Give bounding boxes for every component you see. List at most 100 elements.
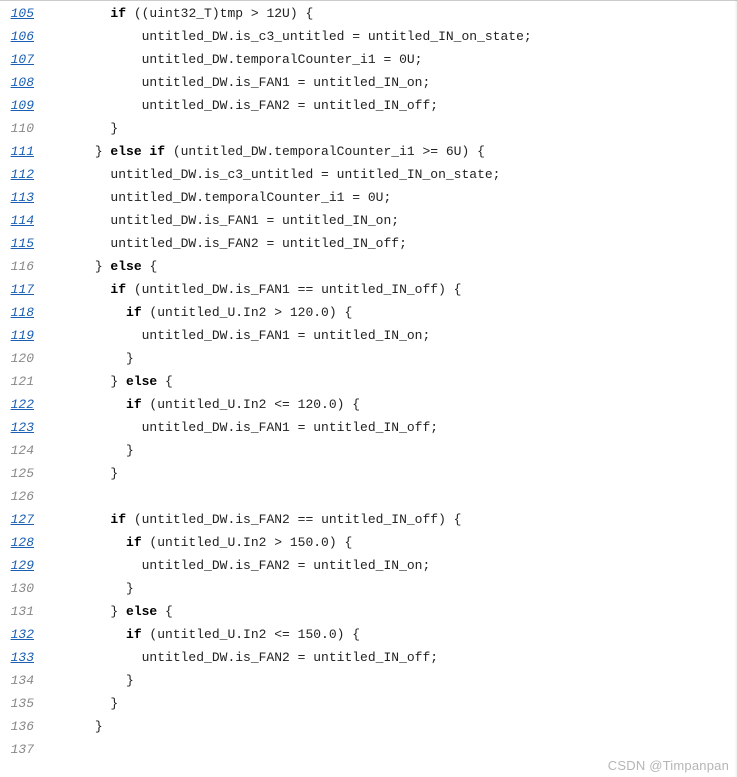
line-number[interactable]: 123 [0, 416, 48, 439]
code-line[interactable]: 121 } else { [0, 370, 737, 393]
code-content[interactable]: untitled_DW.is_FAN2 = untitled_IN_on; [48, 554, 430, 577]
top-divider [0, 0, 737, 1]
line-number: 137 [0, 738, 48, 761]
code-line[interactable]: 115 untitled_DW.is_FAN2 = untitled_IN_of… [0, 232, 737, 255]
code-line[interactable]: 106 untitled_DW.is_c3_untitled = untitle… [0, 25, 737, 48]
code-editor[interactable]: 105 if ((uint32_T)tmp > 12U) {106 untitl… [0, 0, 737, 761]
code-line[interactable]: 108 untitled_DW.is_FAN1 = untitled_IN_on… [0, 71, 737, 94]
code-content[interactable]: untitled_DW.is_FAN2 = untitled_IN_off; [48, 232, 407, 255]
line-number: 130 [0, 577, 48, 600]
code-content[interactable]: } [48, 117, 118, 140]
code-content[interactable]: if (untitled_DW.is_FAN2 == untitled_IN_o… [48, 508, 462, 531]
code-line[interactable]: 136 } [0, 715, 737, 738]
code-content[interactable]: if (untitled_DW.is_FAN1 == untitled_IN_o… [48, 278, 462, 301]
keyword: if [126, 397, 142, 412]
code-content[interactable]: untitled_DW.is_c3_untitled = untitled_IN… [48, 25, 532, 48]
line-number[interactable]: 129 [0, 554, 48, 577]
code-line[interactable]: 107 untitled_DW.temporalCounter_i1 = 0U; [0, 48, 737, 71]
line-number[interactable]: 106 [0, 25, 48, 48]
line-number[interactable]: 122 [0, 393, 48, 416]
code-line[interactable]: 135 } [0, 692, 737, 715]
code-content[interactable]: } [48, 715, 103, 738]
keyword: if [110, 6, 126, 21]
line-number[interactable]: 114 [0, 209, 48, 232]
code-line[interactable]: 117 if (untitled_DW.is_FAN1 == untitled_… [0, 278, 737, 301]
code-content[interactable]: } [48, 462, 118, 485]
code-line[interactable]: 111 } else if (untitled_DW.temporalCount… [0, 140, 737, 163]
line-number[interactable]: 127 [0, 508, 48, 531]
code-content[interactable]: untitled_DW.is_FAN2 = untitled_IN_off; [48, 646, 438, 669]
code-line[interactable]: 112 untitled_DW.is_c3_untitled = untitle… [0, 163, 737, 186]
code-content[interactable]: } [48, 577, 134, 600]
line-number[interactable]: 115 [0, 232, 48, 255]
code-line[interactable]: 134 } [0, 669, 737, 692]
line-number[interactable]: 117 [0, 278, 48, 301]
line-number[interactable]: 133 [0, 646, 48, 669]
code-content[interactable]: untitled_DW.temporalCounter_i1 = 0U; [48, 186, 391, 209]
code-line[interactable]: 124 } [0, 439, 737, 462]
code-content[interactable]: } else { [48, 370, 173, 393]
line-number: 124 [0, 439, 48, 462]
code-line[interactable]: 120 } [0, 347, 737, 370]
line-number[interactable]: 118 [0, 301, 48, 324]
code-line[interactable]: 119 untitled_DW.is_FAN1 = untitled_IN_on… [0, 324, 737, 347]
line-number[interactable]: 105 [0, 2, 48, 25]
line-number[interactable]: 107 [0, 48, 48, 71]
code-line[interactable]: 131 } else { [0, 600, 737, 623]
code-line[interactable]: 125 } [0, 462, 737, 485]
line-number: 116 [0, 255, 48, 278]
code-line[interactable]: 130 } [0, 577, 737, 600]
line-number[interactable]: 109 [0, 94, 48, 117]
code-line[interactable]: 114 untitled_DW.is_FAN1 = untitled_IN_on… [0, 209, 737, 232]
code-line[interactable]: 110 } [0, 117, 737, 140]
code-content[interactable]: untitled_DW.temporalCounter_i1 = 0U; [48, 48, 422, 71]
line-number: 131 [0, 600, 48, 623]
line-number[interactable]: 113 [0, 186, 48, 209]
code-content[interactable]: untitled_DW.is_FAN1 = untitled_IN_on; [48, 209, 399, 232]
line-number[interactable]: 108 [0, 71, 48, 94]
code-content[interactable]: if ((uint32_T)tmp > 12U) { [48, 2, 313, 25]
code-line[interactable]: 127 if (untitled_DW.is_FAN2 == untitled_… [0, 508, 737, 531]
code-content[interactable]: } [48, 439, 134, 462]
code-line[interactable]: 113 untitled_DW.temporalCounter_i1 = 0U; [0, 186, 737, 209]
code-content[interactable]: } else { [48, 255, 157, 278]
code-line[interactable]: 133 untitled_DW.is_FAN2 = untitled_IN_of… [0, 646, 737, 669]
code-content[interactable]: } [48, 669, 134, 692]
code-content[interactable]: if (untitled_U.In2 > 120.0) { [48, 301, 352, 324]
code-line[interactable]: 118 if (untitled_U.In2 > 120.0) { [0, 301, 737, 324]
code-line[interactable]: 105 if ((uint32_T)tmp > 12U) { [0, 2, 737, 25]
code-content[interactable]: } else if (untitled_DW.temporalCounter_i… [48, 140, 485, 163]
code-content[interactable]: } else { [48, 600, 173, 623]
line-number[interactable]: 112 [0, 163, 48, 186]
code-content[interactable]: untitled_DW.is_c3_untitled = untitled_IN… [48, 163, 501, 186]
line-number: 121 [0, 370, 48, 393]
line-number[interactable]: 128 [0, 531, 48, 554]
code-content[interactable]: if (untitled_U.In2 <= 120.0) { [48, 393, 360, 416]
line-number: 135 [0, 692, 48, 715]
code-content[interactable]: untitled_DW.is_FAN1 = untitled_IN_off; [48, 416, 438, 439]
code-line[interactable]: 109 untitled_DW.is_FAN2 = untitled_IN_of… [0, 94, 737, 117]
keyword: else [126, 374, 157, 389]
code-content[interactable]: if (untitled_U.In2 > 150.0) { [48, 531, 352, 554]
code-content[interactable]: untitled_DW.is_FAN2 = untitled_IN_off; [48, 94, 438, 117]
line-number[interactable]: 132 [0, 623, 48, 646]
code-content[interactable]: } [48, 692, 118, 715]
keyword: if [126, 627, 142, 642]
code-line[interactable]: 116 } else { [0, 255, 737, 278]
code-line[interactable]: 132 if (untitled_U.In2 <= 150.0) { [0, 623, 737, 646]
code-line[interactable]: 128 if (untitled_U.In2 > 150.0) { [0, 531, 737, 554]
code-content[interactable]: untitled_DW.is_FAN1 = untitled_IN_on; [48, 71, 430, 94]
line-number[interactable]: 119 [0, 324, 48, 347]
code-content[interactable]: } [48, 347, 134, 370]
watermark: CSDN @Timpanpan [608, 758, 729, 773]
code-content[interactable]: if (untitled_U.In2 <= 150.0) { [48, 623, 360, 646]
keyword: else [126, 604, 157, 619]
code-line[interactable]: 129 untitled_DW.is_FAN2 = untitled_IN_on… [0, 554, 737, 577]
code-line[interactable]: 122 if (untitled_U.In2 <= 120.0) { [0, 393, 737, 416]
code-line[interactable]: 126 [0, 485, 737, 508]
code-content[interactable]: untitled_DW.is_FAN1 = untitled_IN_on; [48, 324, 430, 347]
line-number[interactable]: 111 [0, 140, 48, 163]
code-line[interactable]: 123 untitled_DW.is_FAN1 = untitled_IN_of… [0, 416, 737, 439]
line-number: 126 [0, 485, 48, 508]
line-number: 134 [0, 669, 48, 692]
